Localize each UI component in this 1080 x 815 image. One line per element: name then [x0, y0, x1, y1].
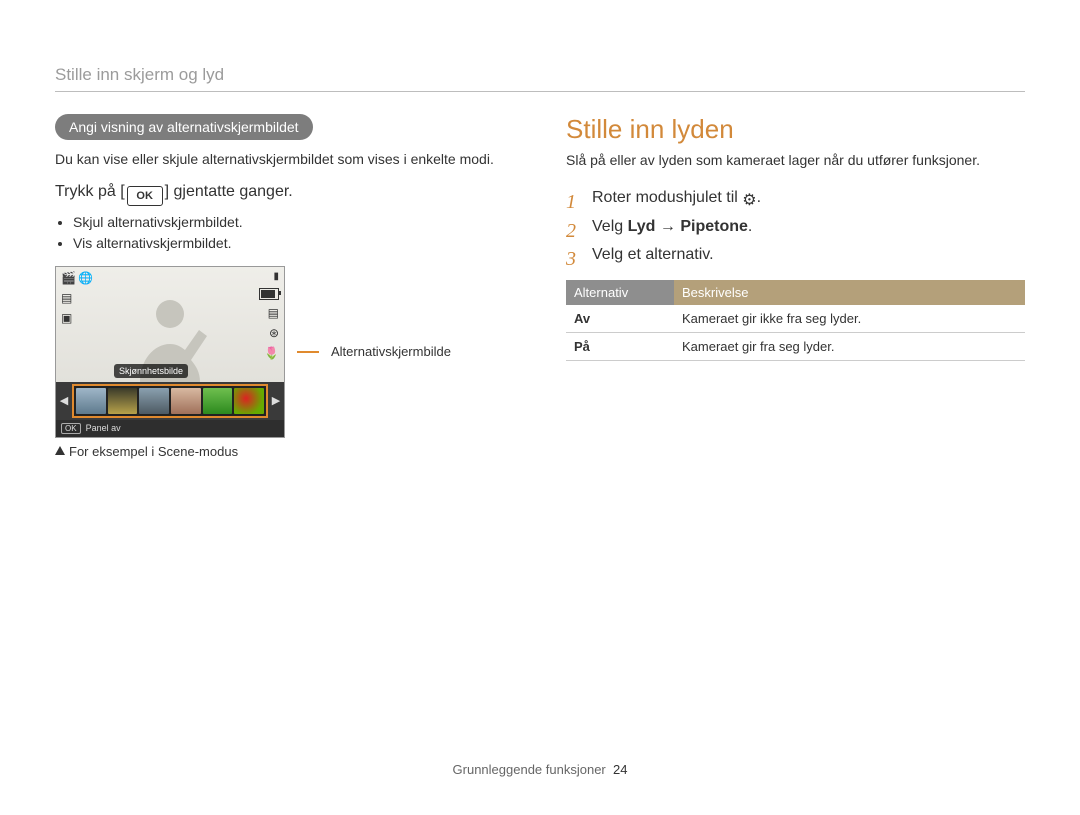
bullet-item: Vis alternativskjermbildet. [73, 233, 514, 254]
separator [55, 91, 1025, 92]
options-table: Alternativ Beskrivelse Av Kameraet gir i… [566, 280, 1025, 361]
memory-icon: ▤ [61, 291, 93, 305]
page: Stille inn skjerm og lyd Angi visning av… [0, 0, 1080, 815]
step-bold: Pipetone [680, 218, 748, 235]
tile [108, 388, 138, 414]
step-suffix: . [748, 218, 752, 235]
callout-line [297, 351, 319, 353]
table-header: Alternativ [566, 280, 674, 305]
step-list: 1 Roter modushjulet til ⚙. 2 Velg Lyd → … [566, 184, 1025, 270]
table-header: Beskrivelse [674, 280, 1025, 305]
ok-mini-icon: OK [61, 423, 81, 434]
camera-tiles [72, 384, 268, 418]
signal-icon: ▮ [273, 271, 279, 282]
tile [171, 388, 201, 414]
left-intro: Du kan vise eller skjule alternativskjer… [55, 150, 514, 169]
page-footer: Grunnleggende funksjoner 24 [0, 762, 1080, 777]
footer-section: Grunnleggende funksjoner [453, 762, 606, 777]
step-number: 3 [566, 241, 576, 277]
step-suffix: . [757, 189, 761, 206]
press-prefix: Trykk på [ [55, 183, 125, 200]
press-instruction: Trykk på [OK] gjentatte ganger. [55, 183, 514, 206]
tile [234, 388, 264, 414]
camera-preview: 🎬 🌐 ▤ ▣ ▮ ▤ ⊛ 🌷 [56, 267, 284, 382]
camera-caption: For eksempel i Scene-modus [55, 444, 514, 459]
bullet-item: Skjul alternativskjermbildet. [73, 212, 514, 233]
camera-screen: 🎬 🌐 ▤ ▣ ▮ ▤ ⊛ 🌷 [55, 266, 285, 438]
camera-bottom-bar: OK Panel av [56, 420, 284, 437]
step-text: Velg et alternativ. [592, 246, 714, 263]
step-text: Roter modushjulet til [592, 189, 742, 206]
tile [203, 388, 233, 414]
table-row: Av Kameraet gir ikke fra seg lyder. [566, 305, 1025, 333]
camera-illustration: 🎬 🌐 ▤ ▣ ▮ ▤ ⊛ 🌷 [55, 266, 514, 438]
right-heading: Stille inn lyden [566, 114, 1025, 145]
breadcrumb: Stille inn skjerm og lyd [55, 65, 1025, 85]
movie-icon: 🎬 [61, 271, 76, 285]
table-row: På Kameraet gir fra seg lyder. [566, 333, 1025, 361]
camera-bottom-text: Panel av [86, 423, 121, 433]
globe-icon: 🌐 [78, 271, 93, 285]
camera-mode-badge: Skjønnhetsbilde [114, 364, 188, 378]
right-column: Stille inn lyden Slå på eller av lyden s… [566, 114, 1025, 459]
chevron-right-icon: ▶ [270, 394, 282, 407]
step-item: 1 Roter modushjulet til ⚙. [566, 184, 1025, 213]
gear-icon: ⚙ [742, 193, 756, 209]
table-cell-key: På [566, 333, 674, 361]
press-suffix: ] gjentatte ganger. [165, 183, 293, 200]
camera-left-icons: 🎬 🌐 ▤ ▣ [61, 271, 93, 325]
camera-option-row: ◀ ▶ [56, 382, 284, 420]
battery-icon [259, 288, 279, 300]
content-columns: Angi visning av alternativskjermbildet D… [55, 114, 1025, 459]
section-pill: Angi visning av alternativskjermbildet [55, 114, 313, 140]
camera-right-icons: ▮ ▤ ⊛ 🌷 [259, 271, 279, 360]
macro-icon: 🌷 [264, 346, 279, 360]
tile [76, 388, 106, 414]
ok-key-icon: OK [127, 186, 163, 206]
chevron-left-icon: ◀ [58, 394, 70, 407]
table-cell-val: Kameraet gir fra seg lyder. [674, 333, 1025, 361]
step-item: 2 Velg Lyd → Pipetone. [566, 213, 1025, 242]
triangle-up-icon [55, 446, 65, 455]
bullet-list: Skjul alternativskjermbildet. Vis altern… [55, 212, 514, 254]
right-intro: Slå på eller av lyden som kameraet lager… [566, 151, 1025, 170]
flash-icon: ⊛ [269, 326, 279, 340]
step-text: Velg [592, 218, 628, 235]
caption-text: For eksempel i Scene-modus [69, 444, 238, 459]
card-icon: ▤ [268, 306, 279, 320]
table-cell-key: Av [566, 305, 674, 333]
step-arrow: → [655, 218, 680, 235]
table-cell-val: Kameraet gir ikke fra seg lyder. [674, 305, 1025, 333]
page-number: 24 [613, 762, 627, 777]
step-item: 3 Velg et alternativ. [566, 241, 1025, 270]
size-icon: ▣ [61, 311, 93, 325]
callout-label: Alternativskjermbilde [331, 344, 451, 359]
step-bold: Lyd [628, 218, 656, 235]
left-column: Angi visning av alternativskjermbildet D… [55, 114, 514, 459]
tile [139, 388, 169, 414]
